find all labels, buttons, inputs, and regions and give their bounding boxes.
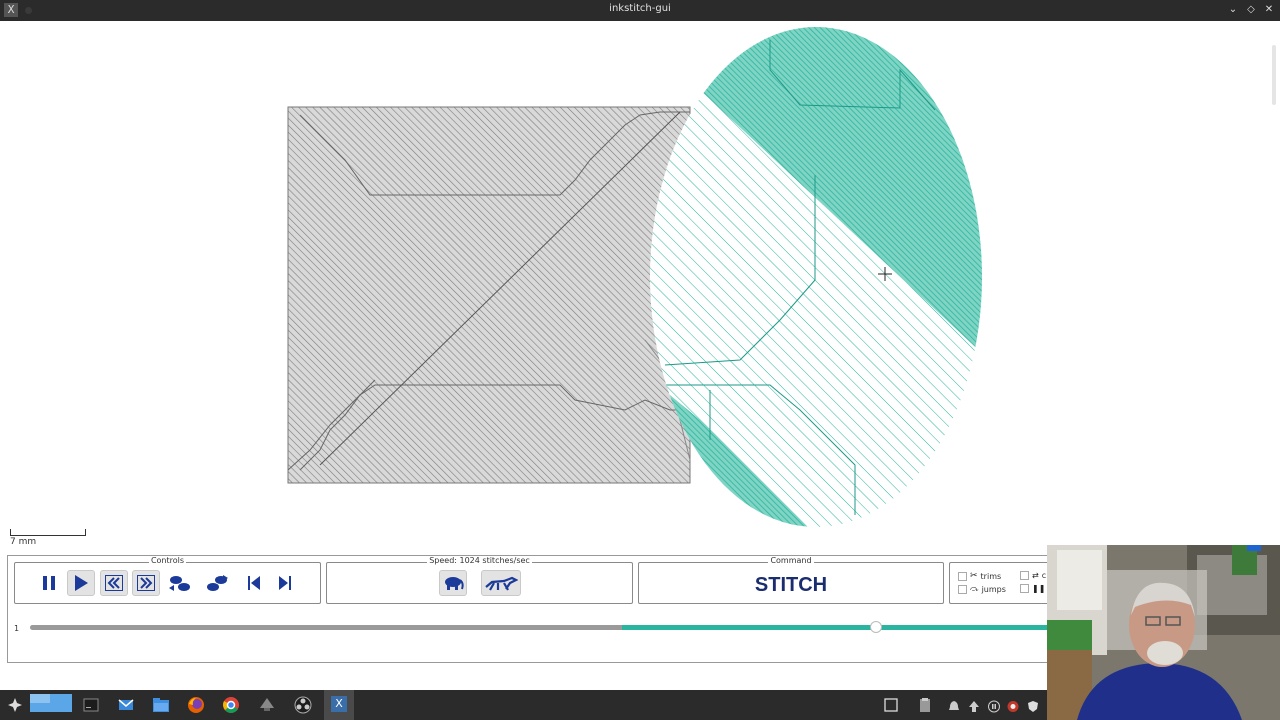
speed-group: Speed: 1024 stitches/sec (326, 556, 633, 604)
step-forward-button[interactable] (203, 570, 231, 596)
pause-icon (43, 576, 55, 590)
teal-ellipse-stitches (650, 27, 982, 527)
controls-group-label: Controls (148, 556, 187, 565)
inkstitch-task-button[interactable]: X (324, 690, 354, 720)
upload-icon[interactable] (968, 698, 980, 712)
command-value: STITCH (754, 574, 828, 596)
controls-group: Controls (14, 556, 321, 604)
inkscape-icon[interactable] (258, 696, 276, 714)
x-window-icon: X (331, 696, 347, 712)
firefox-icon[interactable] (187, 696, 205, 714)
stop-checkbox[interactable] (1020, 584, 1029, 593)
previous-button[interactable] (240, 570, 268, 596)
window-title: inkstitch-gui (609, 3, 671, 14)
notification-icon[interactable] (948, 698, 960, 711)
rewind-icon (105, 575, 123, 591)
taskbar: X (0, 690, 1047, 720)
footprints-back-icon (169, 576, 190, 591)
shield-icon[interactable] (1027, 698, 1039, 712)
play-button[interactable] (67, 570, 95, 596)
mail-icon[interactable] (117, 696, 135, 714)
skip-previous-icon (248, 576, 260, 590)
speed-label: Speed: 1024 stitches/sec (427, 556, 532, 565)
gray-square-stitches (287, 106, 691, 484)
jumps-checkbox[interactable] (958, 584, 967, 594)
slider-current-color-part (621, 625, 1050, 630)
media-pause-icon[interactable] (988, 698, 1000, 713)
fast-forward-icon (137, 575, 155, 591)
color-change-checkbox[interactable] (1020, 571, 1029, 580)
options-group: ✂ trims ⤼ jumps ⇄ c ❚❚ st (949, 562, 1060, 604)
obs-icon[interactable] (293, 696, 313, 714)
maximize-icon[interactable]: ◇ (1244, 3, 1258, 17)
scale-bar (10, 529, 86, 536)
color-change-icon: ⇄ (1032, 571, 1039, 580)
clipboard-icon[interactable] (916, 696, 934, 714)
slider-start-label: 1 (14, 624, 20, 633)
jump-icon: ⤼ (970, 584, 979, 593)
step-backward-button[interactable] (166, 570, 194, 596)
jumps-option[interactable]: ⤼ jumps (958, 584, 1006, 594)
jumps-label: jumps (981, 584, 1006, 594)
slider-completed-part (30, 625, 622, 630)
scissors-icon: ✂ (970, 571, 978, 581)
trims-checkbox[interactable] (958, 571, 967, 581)
chrome-icon[interactable] (222, 696, 240, 714)
color-change-label: c (1041, 571, 1047, 580)
show-desktop-icon[interactable] (882, 696, 900, 714)
play-icon (75, 575, 88, 591)
vertical-scrollbar[interactable] (1272, 45, 1276, 105)
footprints-forward-icon (207, 575, 228, 591)
webcam-overlay (1047, 545, 1280, 720)
terminal-icon[interactable] (82, 696, 100, 714)
trims-option[interactable]: ✂ trims (958, 571, 1001, 581)
stitch-preview-canvas[interactable] (0, 21, 1280, 551)
skip-next-icon (279, 576, 291, 590)
trims-label: trims (980, 571, 1002, 581)
rewind-button[interactable] (100, 570, 128, 596)
command-label: Command (768, 556, 814, 565)
slow-down-button[interactable] (439, 570, 467, 596)
fast-forward-button[interactable] (132, 570, 160, 596)
scale-label: 7 mm (10, 537, 37, 547)
elephant-icon (445, 577, 464, 590)
file-manager-icon[interactable] (152, 696, 170, 714)
title-bar: X inkstitch-gui ⌄ ◇ ✕ (0, 0, 1280, 21)
next-button[interactable] (271, 570, 299, 596)
color-change-option[interactable]: ⇄ c (1020, 571, 1046, 580)
start-menu-icon[interactable] (6, 696, 24, 714)
cheetah-icon (485, 576, 518, 591)
obs-tray-icon[interactable] (1007, 698, 1019, 712)
close-icon[interactable]: ✕ (1262, 3, 1276, 17)
slider-handle[interactable] (870, 621, 882, 633)
command-group: Command STITCH (638, 556, 944, 604)
speed-up-button[interactable] (481, 570, 521, 596)
pause-button[interactable] (35, 570, 63, 596)
stitch-slider[interactable] (30, 625, 1050, 630)
minimize-icon[interactable]: ⌄ (1226, 3, 1240, 17)
stop-icon: ❚❚ (1032, 584, 1046, 593)
workspace-switcher[interactable] (30, 694, 72, 712)
